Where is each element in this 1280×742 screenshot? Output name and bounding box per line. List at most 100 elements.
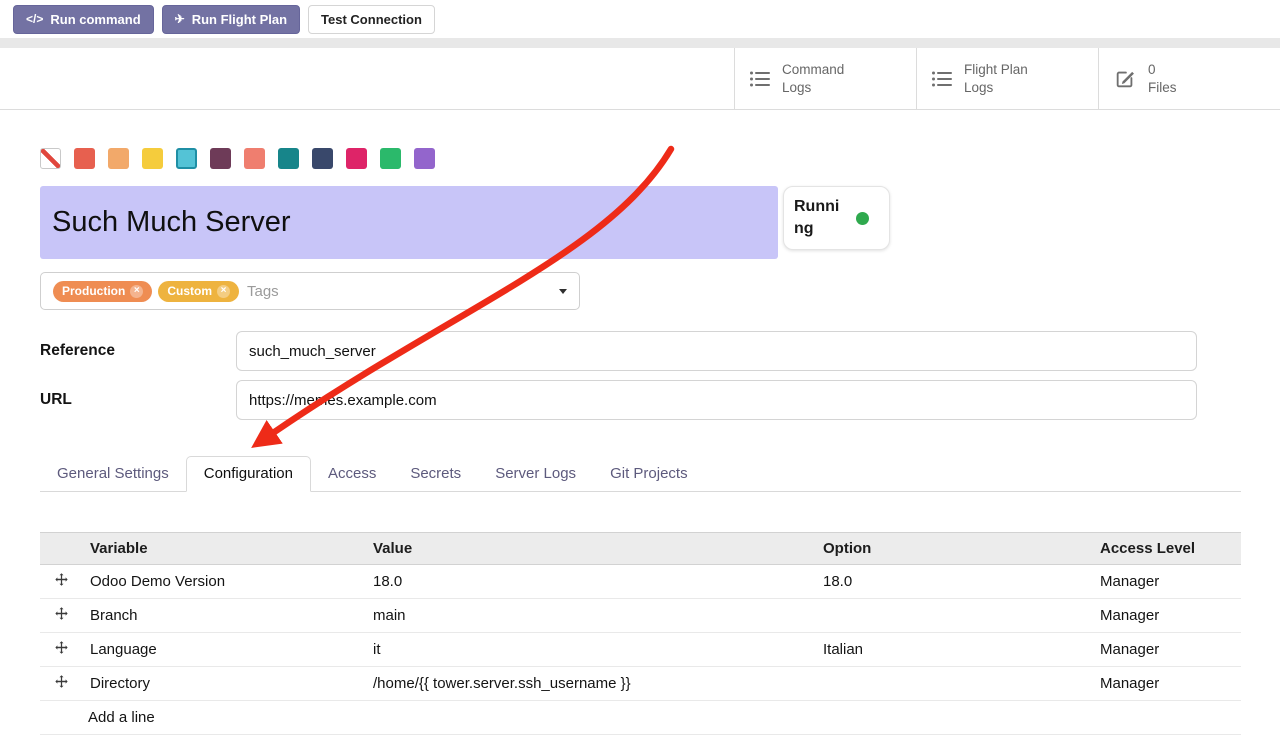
flight-plan-logs-button[interactable]: Flight Plan Logs <box>916 48 1098 109</box>
swatch-purple[interactable] <box>414 148 435 169</box>
run-flight-plan-button[interactable]: ✈ Run Flight Plan <box>162 5 300 34</box>
variables-table: Variable Value Option Access Level Odoo … <box>40 532 1241 735</box>
cell-access-level: Manager <box>1092 633 1241 667</box>
tag-production-label: Production <box>62 284 125 298</box>
tab-general-settings[interactable]: General Settings <box>40 456 186 491</box>
run-command-label: Run command <box>50 12 140 27</box>
cell-value: main <box>365 599 815 633</box>
files-button[interactable]: 0 Files <box>1098 48 1280 109</box>
drag-handle[interactable] <box>40 667 82 701</box>
swatch-salmon[interactable] <box>244 148 265 169</box>
reference-value: such_much_server <box>249 343 376 360</box>
cell-access-level: Manager <box>1092 565 1241 599</box>
swatch-cyan-selected[interactable] <box>176 148 197 169</box>
chevron-down-icon[interactable] <box>559 289 567 294</box>
add-a-line-link[interactable]: Add a line <box>40 701 1241 735</box>
drag-handle[interactable] <box>40 565 82 599</box>
tag-custom-label: Custom <box>167 284 212 298</box>
edit-icon <box>1114 68 1136 90</box>
swatch-orange[interactable] <box>108 148 129 169</box>
tab-git-projects[interactable]: Git Projects <box>593 456 705 491</box>
table-row[interactable]: Language it Italian Manager <box>40 633 1241 667</box>
server-form-page: </> Run command ✈ Run Flight Plan Test C… <box>0 0 1280 742</box>
cell-option: Italian <box>815 633 1092 667</box>
list-icon <box>750 71 770 87</box>
swatch-green[interactable] <box>380 148 401 169</box>
remove-tag-icon[interactable]: × <box>130 285 143 298</box>
files-word: Files <box>1148 80 1177 95</box>
tab-server-logs[interactable]: Server Logs <box>478 456 593 491</box>
tab-configuration[interactable]: Configuration <box>186 456 311 492</box>
tags-placeholder: Tags <box>247 283 279 300</box>
files-count: 0 <box>1148 62 1156 77</box>
files-stat-label: 0 Files <box>1148 61 1236 96</box>
cell-variable: Language <box>82 633 365 667</box>
swatch-plum[interactable] <box>210 148 231 169</box>
swatch-no-color[interactable] <box>40 148 61 169</box>
table-row[interactable]: Branch main Manager <box>40 599 1241 633</box>
cell-option <box>815 667 1092 701</box>
cell-value: /home/{{ tower.server.ssh_username }} <box>365 667 815 701</box>
command-logs-label: Command Logs <box>782 61 870 96</box>
separator-strip <box>0 38 1280 48</box>
move-icon <box>54 572 69 587</box>
col-option: Option <box>815 533 1092 565</box>
url-value: https://memes.example.com <box>249 392 437 409</box>
reference-label: Reference <box>40 342 236 360</box>
move-icon <box>54 674 69 689</box>
move-icon <box>54 640 69 655</box>
swatch-teal[interactable] <box>278 148 299 169</box>
color-picker <box>40 148 1241 169</box>
command-logs-button[interactable]: Command Logs <box>734 48 916 109</box>
move-icon <box>54 606 69 621</box>
tag-custom: Custom × <box>158 281 239 302</box>
form-sheet: Such Much Server Running Production × Cu… <box>0 148 1280 735</box>
remove-tag-icon[interactable]: × <box>217 285 230 298</box>
cell-value: it <box>365 633 815 667</box>
plane-icon: ✈ <box>175 12 185 26</box>
url-input[interactable]: https://memes.example.com <box>236 380 1197 420</box>
swatch-red[interactable] <box>74 148 95 169</box>
server-name-input[interactable]: Such Much Server <box>40 186 778 259</box>
col-access-level: Access Level <box>1092 533 1241 565</box>
tags-select[interactable]: Production × Custom × Tags <box>40 272 580 310</box>
cell-access-level: Manager <box>1092 599 1241 633</box>
cell-variable: Branch <box>82 599 365 633</box>
swatch-navy[interactable] <box>312 148 333 169</box>
server-name-text: Such Much Server <box>52 206 291 239</box>
tag-production: Production × <box>53 281 152 302</box>
status-dot <box>856 212 869 225</box>
test-connection-label: Test Connection <box>321 12 422 27</box>
swatch-magenta[interactable] <box>346 148 367 169</box>
status-card: Running <box>783 186 890 250</box>
run-command-button[interactable]: </> Run command <box>13 5 154 34</box>
stat-buttons-row: Command Logs Flight Plan Logs 0 Files <box>0 48 1280 110</box>
reference-input[interactable]: such_much_server <box>236 331 1197 371</box>
cell-variable: Odoo Demo Version <box>82 565 365 599</box>
cell-option: 18.0 <box>815 565 1092 599</box>
flight-plan-logs-label: Flight Plan Logs <box>964 61 1052 96</box>
drag-handle[interactable] <box>40 599 82 633</box>
cell-option <box>815 599 1092 633</box>
col-variable: Variable <box>82 533 365 565</box>
col-value: Value <box>365 533 815 565</box>
add-line-row: Add a line <box>40 701 1241 735</box>
handle-column-header <box>40 533 82 565</box>
cell-access-level: Manager <box>1092 667 1241 701</box>
url-label: URL <box>40 391 236 409</box>
tab-access[interactable]: Access <box>311 456 393 491</box>
code-icon: </> <box>26 12 43 26</box>
table-row[interactable]: Odoo Demo Version 18.0 18.0 Manager <box>40 565 1241 599</box>
cell-value: 18.0 <box>365 565 815 599</box>
action-toolbar: </> Run command ✈ Run Flight Plan Test C… <box>0 0 1280 38</box>
notebook-tabs: General Settings Configuration Access Se… <box>40 455 1241 492</box>
test-connection-button[interactable]: Test Connection <box>308 5 435 34</box>
drag-handle[interactable] <box>40 633 82 667</box>
tab-secrets[interactable]: Secrets <box>393 456 478 491</box>
list-icon <box>932 71 952 87</box>
cell-variable: Directory <box>82 667 365 701</box>
table-row[interactable]: Directory /home/{{ tower.server.ssh_user… <box>40 667 1241 701</box>
swatch-yellow[interactable] <box>142 148 163 169</box>
run-flight-plan-label: Run Flight Plan <box>192 12 287 27</box>
status-label: Running <box>794 196 847 239</box>
